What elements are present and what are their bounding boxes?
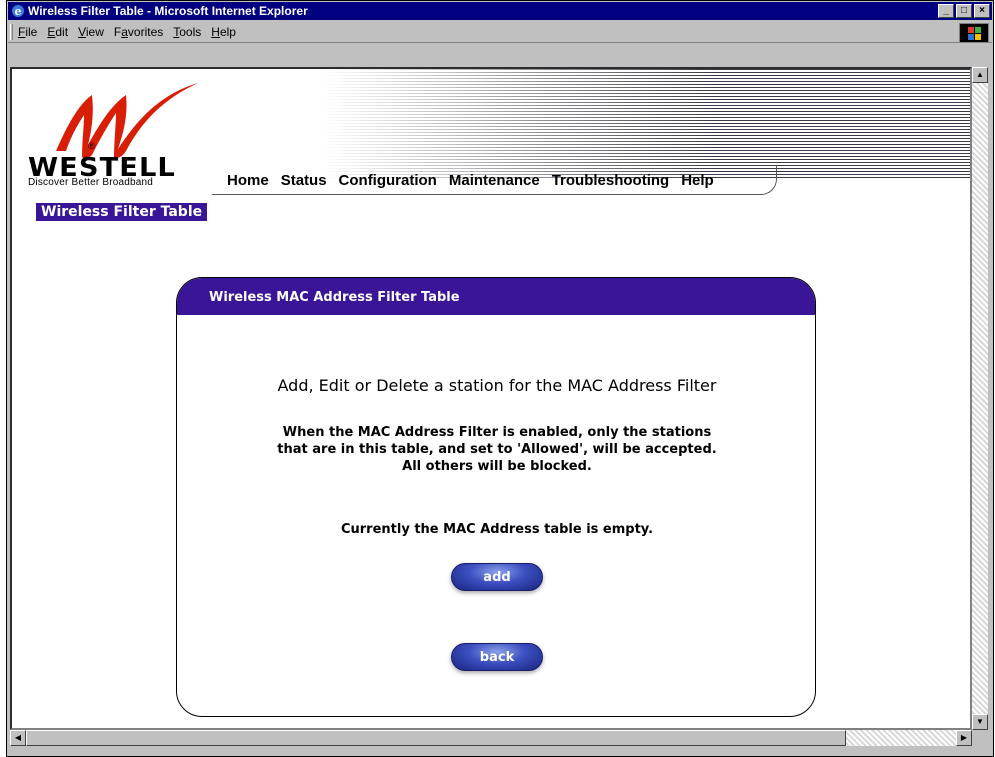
- menu-favorites-label: vorites: [127, 25, 164, 39]
- menu-tools[interactable]: Tools: [173, 21, 201, 42]
- throbber: [959, 23, 989, 43]
- panel-title: Add, Edit or Delete a station for the MA…: [277, 376, 717, 395]
- menu-help-mnemonic: H: [211, 25, 220, 39]
- horizontal-scrollbar[interactable]: ◀ ▶: [10, 730, 972, 746]
- horizontal-scroll-thumb[interactable]: [26, 730, 846, 746]
- description-line-1: When the MAC Address Filter is enabled, …: [282, 425, 712, 440]
- nav-configuration[interactable]: Configuration: [339, 172, 437, 189]
- menu-help-label: elp: [219, 25, 236, 39]
- close-button[interactable]: ×: [974, 4, 990, 18]
- menu-edit-label: dit: [55, 25, 69, 39]
- window-controls: _ □ ×: [938, 4, 990, 18]
- menu-file-label: ile: [25, 25, 38, 39]
- window-title: Wireless Filter Table - Microsoft Intern…: [28, 4, 308, 18]
- description-line-3: All others will be blocked.: [402, 459, 592, 474]
- menu-help[interactable]: Help: [211, 21, 236, 42]
- internet-explorer-icon: e: [12, 5, 24, 18]
- empty-table-message: Currently the MAC Address table is empty…: [340, 522, 654, 537]
- screen: e Wireless Filter Table - Microsoft Inte…: [0, 0, 995, 757]
- nav-maintenance[interactable]: Maintenance: [449, 172, 540, 189]
- brand-tagline: Discover Better Broadband: [28, 177, 154, 188]
- menu-grip: [10, 24, 13, 40]
- nav-status[interactable]: Status: [281, 172, 327, 189]
- maximize-button[interactable]: □: [956, 4, 972, 18]
- menu-view[interactable]: View: [78, 21, 104, 42]
- scroll-right-button[interactable]: ▶: [956, 730, 972, 746]
- size-grip: [972, 730, 988, 746]
- browser-window: e Wireless Filter Table - Microsoft Inte…: [6, 0, 994, 757]
- menu-tools-label: ools: [179, 25, 202, 39]
- scroll-left-button[interactable]: ◀: [10, 730, 26, 746]
- menu-favorites-mnemonic: a: [121, 25, 128, 39]
- scroll-up-button[interactable]: ▲: [972, 67, 988, 83]
- main-nav: Home Status Configuration Maintenance Tr…: [227, 172, 726, 189]
- scroll-down-button[interactable]: ▼: [972, 714, 988, 730]
- menu-edit[interactable]: Edit: [47, 21, 68, 42]
- menu-view-mnemonic: V: [78, 25, 86, 39]
- page-content: ® WESTELL Discover Better Broadband Home…: [10, 67, 972, 730]
- add-button[interactable]: add: [451, 563, 543, 591]
- header-stripes: [322, 69, 970, 179]
- menu-view-label: iew: [85, 25, 104, 39]
- vertical-scrollbar[interactable]: ▲ ▼: [972, 67, 988, 730]
- page-title: Wireless Filter Table: [36, 203, 208, 221]
- panel-description: When the MAC Address Filter is enabled, …: [177, 424, 815, 475]
- title-bar[interactable]: e Wireless Filter Table - Microsoft Inte…: [8, 2, 992, 20]
- registered-mark: ®: [88, 141, 95, 151]
- nav-home[interactable]: Home: [227, 172, 269, 189]
- menu-file[interactable]: File: [18, 21, 37, 42]
- svg-text:e: e: [15, 5, 22, 18]
- windows-logo-icon: [968, 27, 981, 40]
- panel-heading: Wireless MAC Address Filter Table: [177, 278, 815, 315]
- menu-bar: File Edit View Favorites Tools Help: [8, 21, 992, 43]
- description-line-2: that are in this table, and set to 'Allo…: [277, 442, 717, 457]
- nav-troubleshooting[interactable]: Troubleshooting: [552, 172, 670, 189]
- menu-favorites[interactable]: Favorites: [114, 21, 163, 42]
- filter-table-panel: Wireless MAC Address Filter Table Add, E…: [176, 277, 816, 717]
- nav-help[interactable]: Help: [681, 172, 714, 189]
- back-button[interactable]: back: [451, 643, 543, 671]
- minimize-button[interactable]: _: [938, 4, 954, 18]
